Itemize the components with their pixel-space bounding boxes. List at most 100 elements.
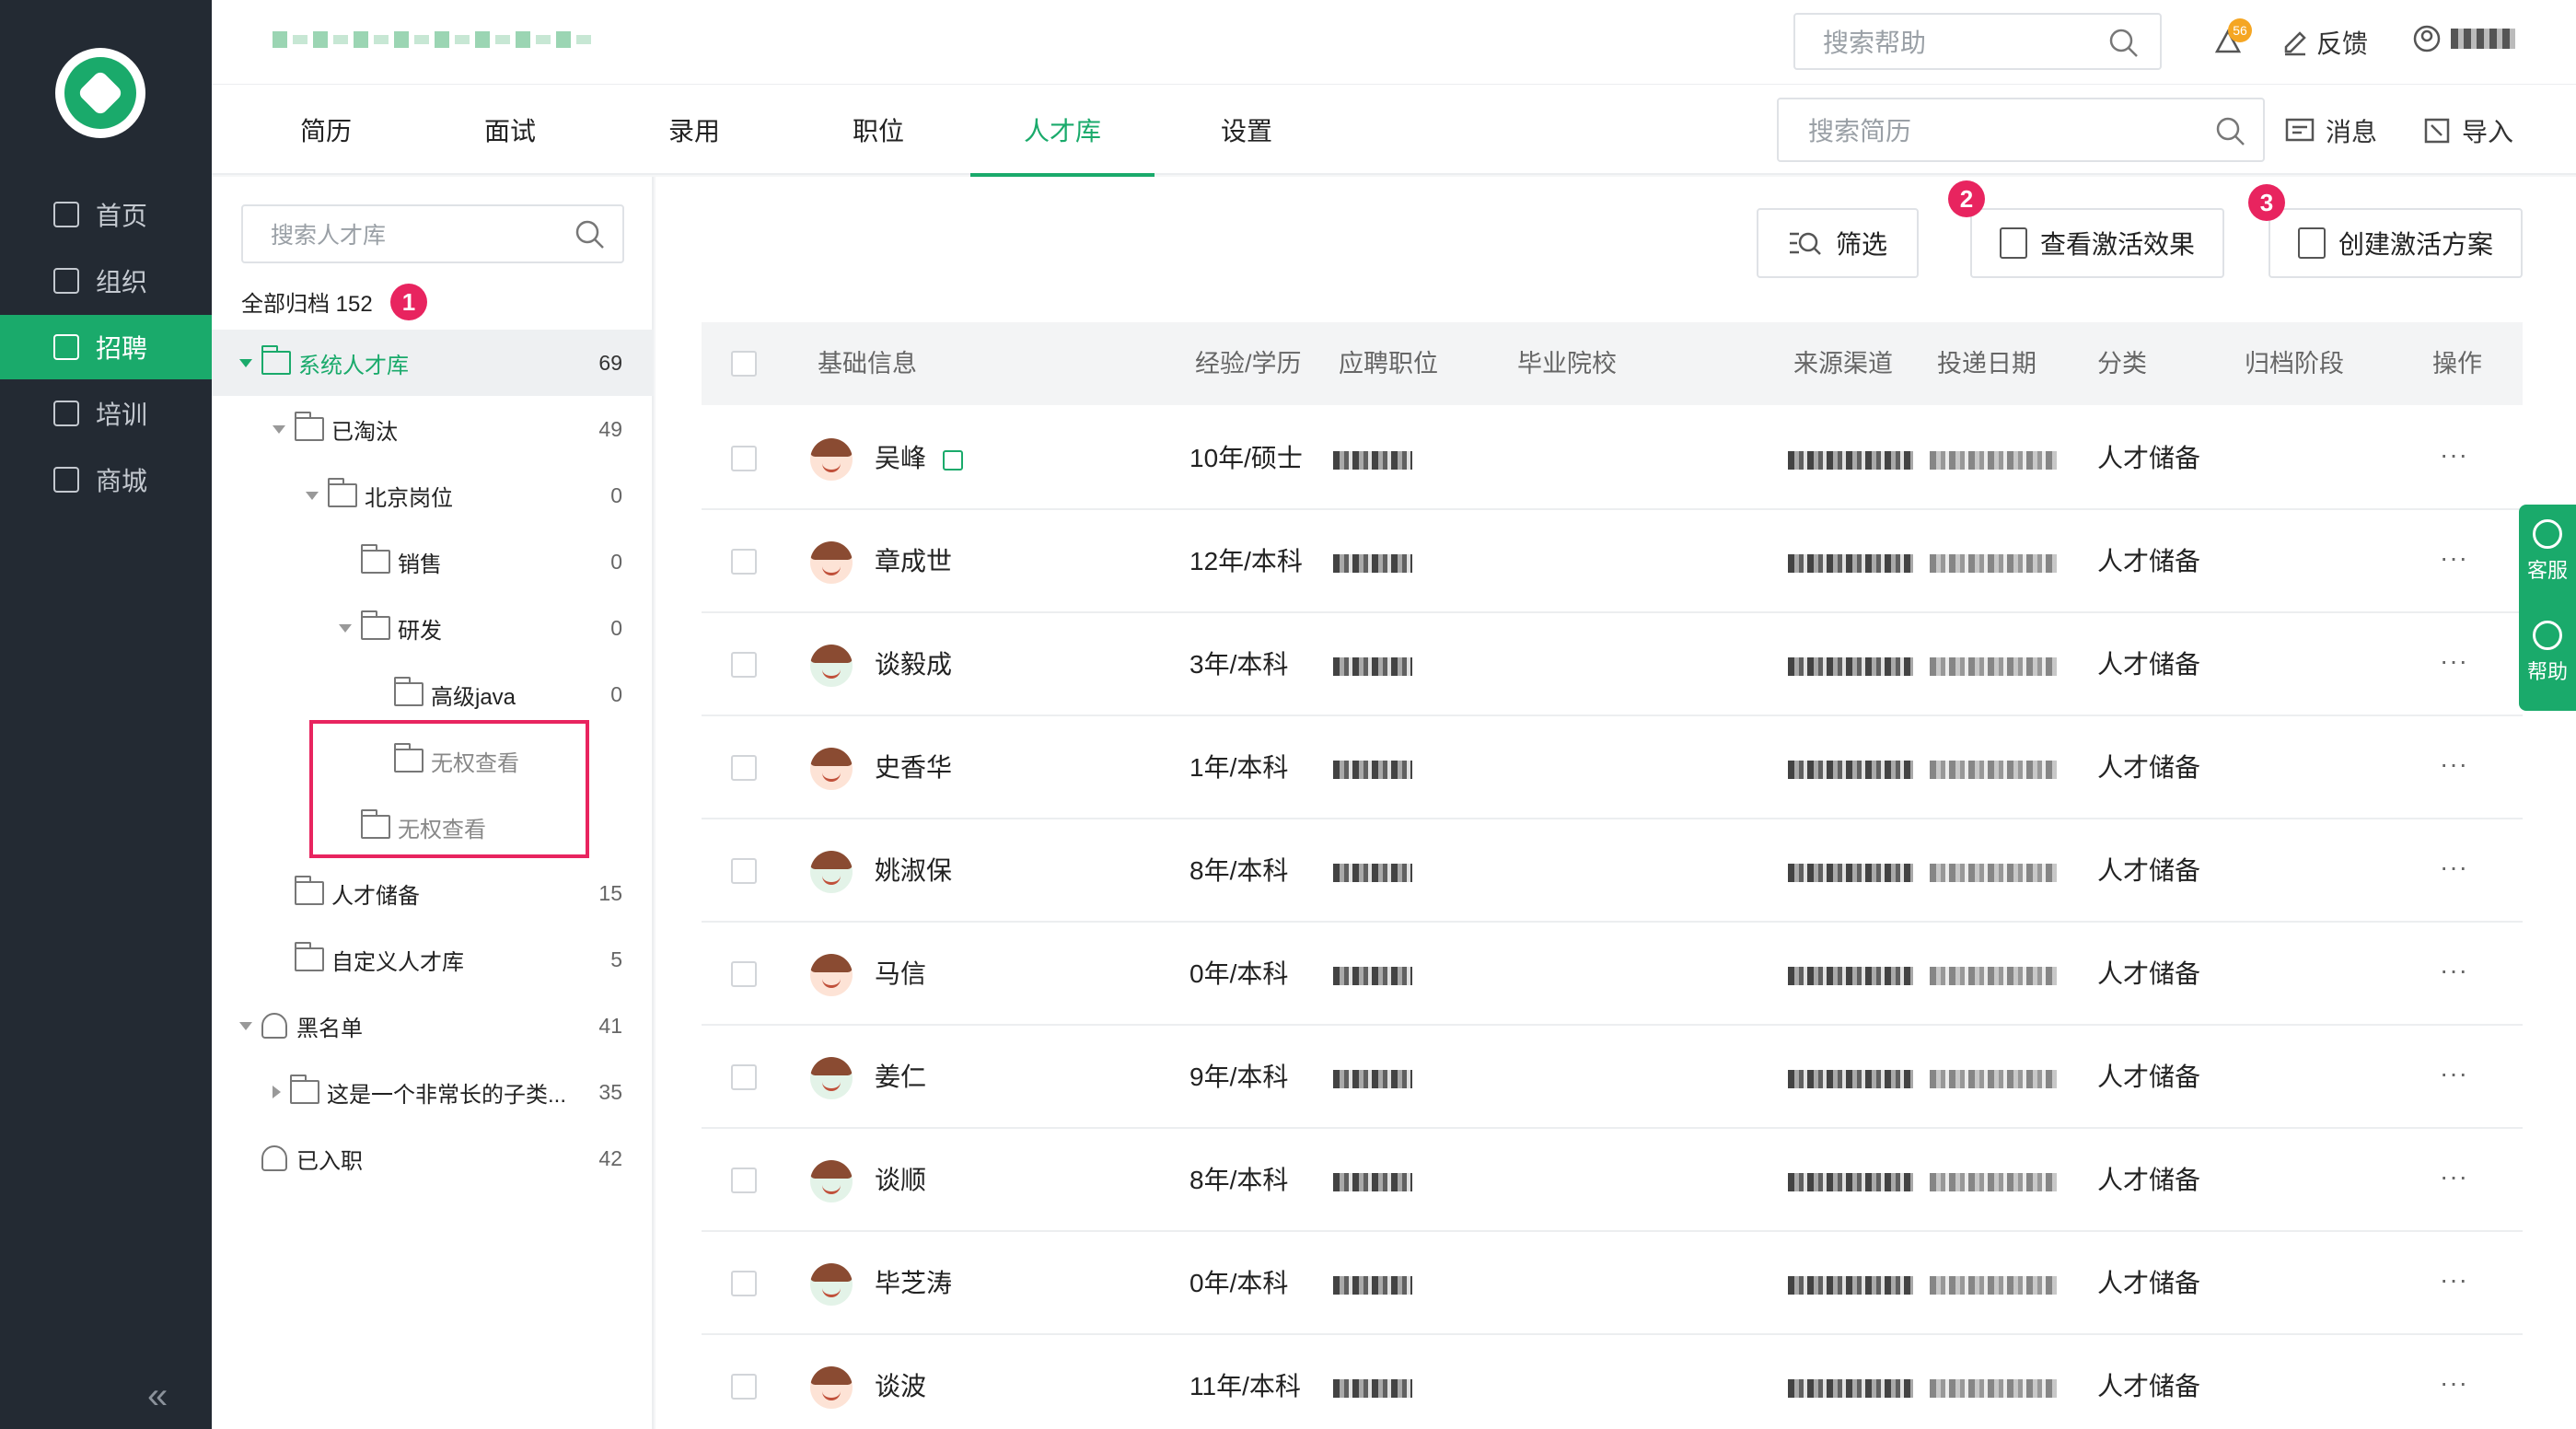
more-actions-icon[interactable]: ··· [2440, 819, 2468, 923]
table-row[interactable]: 章成世 12年/本科 人才储备 ··· [702, 510, 2523, 613]
nav-item-home[interactable]: 首页 [0, 182, 212, 247]
experience-education: 11年/本科 [1189, 1372, 1301, 1400]
more-actions-icon[interactable]: ··· [2440, 1232, 2468, 1335]
search-icon[interactable] [2215, 116, 2246, 147]
create-activation-button[interactable]: 创建激活方案 [2269, 208, 2523, 278]
row-checkbox[interactable] [731, 549, 757, 575]
caret-down-icon[interactable] [239, 358, 252, 367]
search-icon[interactable] [574, 219, 606, 250]
row-checkbox[interactable] [731, 755, 757, 781]
tab-talent-pool[interactable]: 人才库 [970, 85, 1155, 177]
tree-node-sales[interactable]: 销售 0 [212, 529, 654, 595]
candidate-name[interactable]: 章成世 [875, 510, 952, 613]
position-blurred [1333, 864, 1412, 882]
nav-item-org[interactable]: 组织 [0, 249, 212, 313]
import-button[interactable]: 导入 [2423, 112, 2513, 149]
table-row[interactable]: 谈顺 8年/本科 人才储备 ··· [702, 1129, 2523, 1232]
more-actions-icon[interactable]: ··· [2440, 1335, 2468, 1429]
table-row[interactable]: 谈毅成 3年/本科 人才储备 ··· [702, 613, 2523, 716]
table-row[interactable]: 马信 0年/本科 人才储备 ··· [702, 923, 2523, 1026]
row-checkbox[interactable] [731, 1064, 757, 1090]
app-logo[interactable] [55, 48, 145, 138]
more-actions-icon[interactable]: ··· [2440, 716, 2468, 819]
nav-item-recruit[interactable]: 招聘 [0, 315, 212, 379]
caret-down-icon[interactable] [273, 424, 285, 434]
tab-interview[interactable]: 面试 [418, 85, 602, 175]
folder-icon [290, 1075, 319, 1104]
candidate-name[interactable]: 史香华 [875, 716, 952, 819]
tree-node-system-pool[interactable]: 系统人才库 69 [212, 330, 654, 396]
row-checkbox[interactable] [731, 446, 757, 471]
position-blurred [1333, 1070, 1412, 1088]
user-name-blurred [2451, 29, 2515, 49]
source-blurred [1788, 1070, 1913, 1088]
filter-button[interactable]: 筛选 [1757, 208, 1919, 278]
help-search-input[interactable]: 搜索帮助 [1793, 13, 2162, 70]
table-row[interactable]: 姜仁 9年/本科 人才储备 ··· [702, 1026, 2523, 1129]
nav-item-training[interactable]: 培训 [0, 381, 212, 446]
tree-node-senior-java[interactable]: 高级java 0 [212, 661, 654, 727]
tree-node-rd[interactable]: 研发 0 [212, 595, 654, 661]
candidate-name[interactable]: 姚淑保 [875, 819, 952, 923]
caret-down-icon[interactable] [339, 623, 352, 633]
more-actions-icon[interactable]: ··· [2440, 510, 2468, 613]
caret-right-icon[interactable] [273, 1086, 281, 1098]
view-activation-button[interactable]: 查看激活效果 [1970, 208, 2224, 278]
candidate-name[interactable]: 姜仁 [875, 1026, 926, 1129]
search-icon[interactable] [2108, 28, 2140, 59]
tree-node-custom-pool[interactable]: 自定义人才库 5 [212, 926, 654, 993]
resume-search-input[interactable]: 搜索简历 [1777, 98, 2265, 162]
experience-education: 10年/硕士 [1189, 444, 1303, 472]
row-checkbox[interactable] [731, 652, 757, 678]
experience-education: 12年/本科 [1189, 547, 1303, 575]
nav-item-store[interactable]: 商城 [0, 447, 212, 512]
talent-pool-search-input[interactable]: 搜索人才库 [241, 204, 624, 263]
row-checkbox[interactable] [731, 1271, 757, 1296]
messages-button[interactable]: 消息 [2285, 112, 2377, 149]
select-all-checkbox[interactable] [731, 351, 757, 377]
table-row[interactable]: 姚淑保 8年/本科 人才储备 ··· [702, 819, 2523, 923]
collapse-sidebar-icon[interactable]: « [147, 1376, 168, 1417]
row-checkbox[interactable] [731, 1374, 757, 1400]
candidate-name[interactable]: 谈波 [875, 1335, 926, 1429]
caret-down-icon[interactable] [239, 1021, 252, 1030]
table-row[interactable]: 史香华 1年/本科 人才储备 ··· [702, 716, 2523, 819]
feedback-button[interactable]: 反馈 [2281, 24, 2368, 61]
tab-offer[interactable]: 录用 [602, 85, 786, 175]
source-blurred [1788, 1276, 1913, 1295]
more-actions-icon[interactable]: ··· [2440, 407, 2468, 510]
table-row[interactable]: 谈波 11年/本科 人才储备 ··· [702, 1335, 2523, 1429]
tab-resume[interactable]: 简历 [234, 85, 418, 175]
table-row[interactable]: 毕芝涛 0年/本科 人才储备 ··· [702, 1232, 2523, 1335]
more-actions-icon[interactable]: ··· [2440, 1129, 2468, 1232]
candidate-name[interactable]: 吴峰 [875, 407, 964, 510]
help-button[interactable]: 帮助 [2519, 621, 2576, 685]
more-actions-icon[interactable]: ··· [2440, 1026, 2468, 1129]
tree-node-hired[interactable]: 已入职 42 [212, 1125, 654, 1191]
candidate-name[interactable]: 毕芝涛 [875, 1232, 952, 1335]
more-actions-icon[interactable]: ··· [2440, 613, 2468, 716]
tab-positions[interactable]: 职位 [786, 85, 970, 175]
tab-settings[interactable]: 设置 [1155, 85, 1339, 175]
row-checkbox[interactable] [731, 961, 757, 987]
home-icon [53, 202, 79, 227]
tree-node-beijing-positions[interactable]: 北京岗位 0 [212, 462, 654, 529]
caret-down-icon[interactable] [306, 491, 319, 500]
tree-node-talent-reserve[interactable]: 人才储备 15 [212, 860, 654, 926]
row-checkbox[interactable] [731, 1168, 757, 1193]
tree-node-blacklist[interactable]: 黑名单 41 [212, 993, 654, 1059]
candidate-name[interactable]: 谈顺 [875, 1129, 926, 1232]
tree-node-long-subcategory[interactable]: 这是一个非常长的子类... 35 [212, 1059, 654, 1125]
more-actions-icon[interactable]: ··· [2440, 923, 2468, 1026]
recruit-icon [53, 334, 79, 360]
archive-all-count[interactable]: 全部归档 152 [241, 285, 373, 318]
table-row[interactable]: 吴峰 10年/硕士 人才储备 ··· [702, 407, 2523, 510]
date-blurred [1930, 1070, 2057, 1088]
user-menu[interactable] [2412, 24, 2515, 53]
row-checkbox[interactable] [731, 858, 757, 884]
linked-resume-icon[interactable] [943, 449, 964, 471]
candidate-name[interactable]: 谈毅成 [875, 613, 952, 716]
customer-service-button[interactable]: 客服 [2519, 519, 2576, 584]
tree-node-rejected[interactable]: 已淘汰 49 [212, 396, 654, 462]
candidate-name[interactable]: 马信 [875, 923, 926, 1026]
